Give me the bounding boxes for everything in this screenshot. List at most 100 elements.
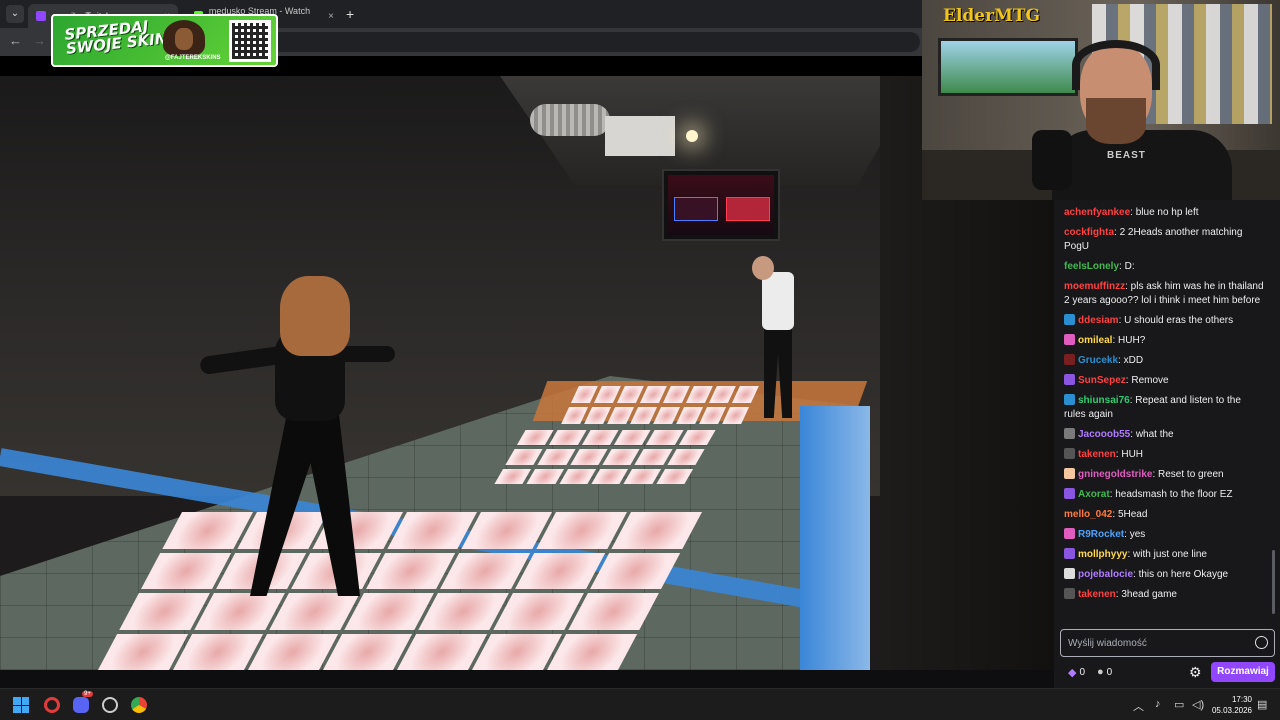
chat-username[interactable]: gninegoldstrike bbox=[1078, 469, 1152, 480]
chat-username[interactable]: omileal bbox=[1078, 335, 1112, 346]
chat-message: Axorat: headsmash to the floor EZ bbox=[1064, 488, 1264, 502]
chat-message: Jacooob55: what the bbox=[1064, 428, 1264, 442]
chat-username[interactable]: mollphyyy bbox=[1078, 549, 1127, 560]
floor-blue-line-right bbox=[800, 406, 870, 670]
chat-username[interactable]: takenen bbox=[1078, 589, 1116, 600]
channel-points-display[interactable]: ● 0 bbox=[1097, 666, 1112, 678]
chat-message: cockfighta: 2 2Heads another matching Po… bbox=[1064, 227, 1243, 252]
red-score-panel bbox=[726, 197, 770, 221]
chat-message: SunSepez: Remove bbox=[1064, 374, 1264, 388]
volume-icon[interactable]: ◁) bbox=[1192, 698, 1204, 711]
chat-message: moemuffinzz: pls ask him was he in thail… bbox=[1064, 281, 1264, 306]
bits-icon: ◆ bbox=[1068, 667, 1077, 679]
chat-message-text: U should eras the others bbox=[1124, 315, 1234, 326]
bits-display[interactable]: ◆ 0 bbox=[1068, 666, 1085, 679]
windows-start-icon[interactable] bbox=[13, 697, 29, 713]
sponsor-banner[interactable]: SPRZEDAJ SWOJE SKINY @FAJTEREKSKINS bbox=[51, 14, 278, 67]
chat-username[interactable]: Axorat bbox=[1078, 489, 1110, 500]
chat-message-text: yes bbox=[1129, 529, 1146, 540]
microphone-icon[interactable]: ♪ bbox=[1155, 698, 1161, 710]
chat-message: shiunsai76: Repeat and listen to the rul… bbox=[1064, 394, 1241, 420]
chat-username[interactable]: cockfighta bbox=[1064, 227, 1114, 238]
chat-username[interactable]: R9Rocket bbox=[1078, 529, 1124, 540]
air-duct bbox=[530, 104, 610, 136]
ad-handle: @FAJTEREKSKINS bbox=[165, 55, 221, 61]
chat-badge-icon[interactable] bbox=[1064, 488, 1075, 499]
discord-icon[interactable]: 9+ bbox=[73, 691, 93, 713]
chat-username[interactable]: feelsLonely bbox=[1064, 261, 1119, 272]
chat-username[interactable]: Grucekk bbox=[1078, 355, 1118, 366]
dog-mascot bbox=[163, 20, 205, 56]
chat-message: omileal: HUH? bbox=[1064, 334, 1264, 348]
chat-message: R9Rocket: yes bbox=[1064, 528, 1264, 542]
streamer-shirt bbox=[1052, 130, 1232, 200]
chat-username[interactable]: Jacooob55 bbox=[1078, 429, 1130, 440]
chat-message-text: 5Head bbox=[1117, 509, 1148, 520]
headset bbox=[1072, 40, 1160, 90]
network-icon[interactable]: ▭ bbox=[1174, 698, 1184, 711]
back-arrow-icon[interactable]: ← bbox=[9, 33, 22, 48]
chat-message: mello_042: 5Head bbox=[1064, 509, 1148, 520]
chat-message: ddesiam: U should eras the others bbox=[1064, 314, 1264, 328]
chat-badge-icon[interactable] bbox=[1064, 588, 1075, 599]
chat-badge-icon[interactable] bbox=[1064, 428, 1075, 439]
chat-message: Grucekk: xDD bbox=[1064, 354, 1264, 368]
notification-icon[interactable]: ▤ bbox=[1257, 698, 1267, 711]
chat-message: takenen: HUH bbox=[1064, 448, 1264, 462]
chat-badge-icon[interactable] bbox=[1064, 374, 1075, 385]
ceiling-vent bbox=[605, 116, 675, 156]
chat-message-text: what the bbox=[1135, 429, 1174, 440]
chat-username[interactable]: SunSepez bbox=[1078, 375, 1126, 386]
chat-username[interactable]: pojebalocie bbox=[1078, 569, 1133, 580]
chat-badge-icon[interactable] bbox=[1064, 314, 1075, 325]
system-clock[interactable]: 17:30 05.03.2026 bbox=[1206, 694, 1252, 716]
chat-badge-icon[interactable] bbox=[1064, 394, 1075, 405]
stream-video[interactable] bbox=[0, 76, 1054, 670]
chat-badge-icon[interactable] bbox=[1064, 548, 1075, 559]
chat-badge-icon[interactable] bbox=[1064, 468, 1075, 479]
chat-badge-icon[interactable] bbox=[1064, 528, 1075, 539]
chat-username[interactable]: moemuffinzz bbox=[1064, 281, 1125, 292]
chat-username[interactable]: takenen bbox=[1078, 449, 1116, 460]
clock-date: 05.03.2026 bbox=[1211, 706, 1252, 715]
chat-send-button[interactable]: Rozmawiaj bbox=[1211, 662, 1275, 682]
qr-code bbox=[229, 20, 271, 62]
chat-panel: achenfyankee: blue no hp left cockfighta:… bbox=[1054, 200, 1280, 688]
forward-arrow-icon[interactable]: → bbox=[33, 33, 46, 48]
chat-username[interactable]: ddesiam bbox=[1078, 315, 1119, 326]
chat-input[interactable]: Wyślij wiadomość bbox=[1060, 629, 1275, 657]
chat-username[interactable]: shiunsai76 bbox=[1078, 395, 1130, 406]
chrome-icon[interactable] bbox=[131, 697, 147, 713]
chat-username[interactable]: achenfyankee bbox=[1064, 207, 1130, 218]
chat-message-text: this on here Okayge bbox=[1138, 569, 1229, 580]
chat-message-text: xDD bbox=[1123, 355, 1144, 366]
chat-message: gninegoldstrike: Reset to green bbox=[1064, 468, 1264, 482]
windows-taskbar: 9+ ︿ ♪ ▭ ◁) 17:30 05.03.2026 ▤ bbox=[0, 688, 1280, 720]
emoji-icon[interactable] bbox=[1255, 636, 1268, 649]
opera-icon[interactable] bbox=[44, 697, 60, 713]
score-screen bbox=[662, 169, 780, 241]
chat-message-text: headsmash to the floor EZ bbox=[1115, 489, 1233, 500]
steam-icon[interactable] bbox=[102, 697, 118, 713]
chat-username[interactable]: mello_042 bbox=[1064, 509, 1112, 520]
tray-chevron-up-icon[interactable]: ︿ bbox=[1133, 698, 1144, 714]
bits-count: 0 bbox=[1079, 667, 1086, 678]
chat-message-list[interactable]: achenfyankee: blue no hp left cockfighta:… bbox=[1064, 206, 1264, 608]
chat-badge-icon[interactable] bbox=[1064, 354, 1075, 365]
streamer-beard bbox=[1086, 98, 1146, 144]
chat-scrollbar[interactable] bbox=[1272, 550, 1275, 614]
tab-close-icon[interactable]: × bbox=[328, 11, 334, 22]
aquarium bbox=[938, 38, 1078, 96]
shirt-print: BEAST bbox=[1107, 150, 1146, 161]
clock-time: 17:30 bbox=[1231, 695, 1252, 704]
chat-badge-icon[interactable] bbox=[1064, 448, 1075, 459]
chat-settings-gear-icon[interactable]: ⚙ bbox=[1189, 664, 1202, 681]
chat-badge-icon[interactable] bbox=[1064, 334, 1075, 345]
chat-badge-icon[interactable] bbox=[1064, 568, 1075, 579]
chat-message-text: Reset to green bbox=[1158, 469, 1224, 480]
chat-message: feelsLonely: D: bbox=[1064, 261, 1135, 272]
tab-search-icon[interactable]: ⌄ bbox=[6, 5, 24, 23]
webcam-overlay: ElderMTG BEAST bbox=[922, 0, 1280, 200]
lit-tiles-middle bbox=[494, 430, 716, 484]
new-tab-button[interactable]: + bbox=[346, 6, 354, 22]
